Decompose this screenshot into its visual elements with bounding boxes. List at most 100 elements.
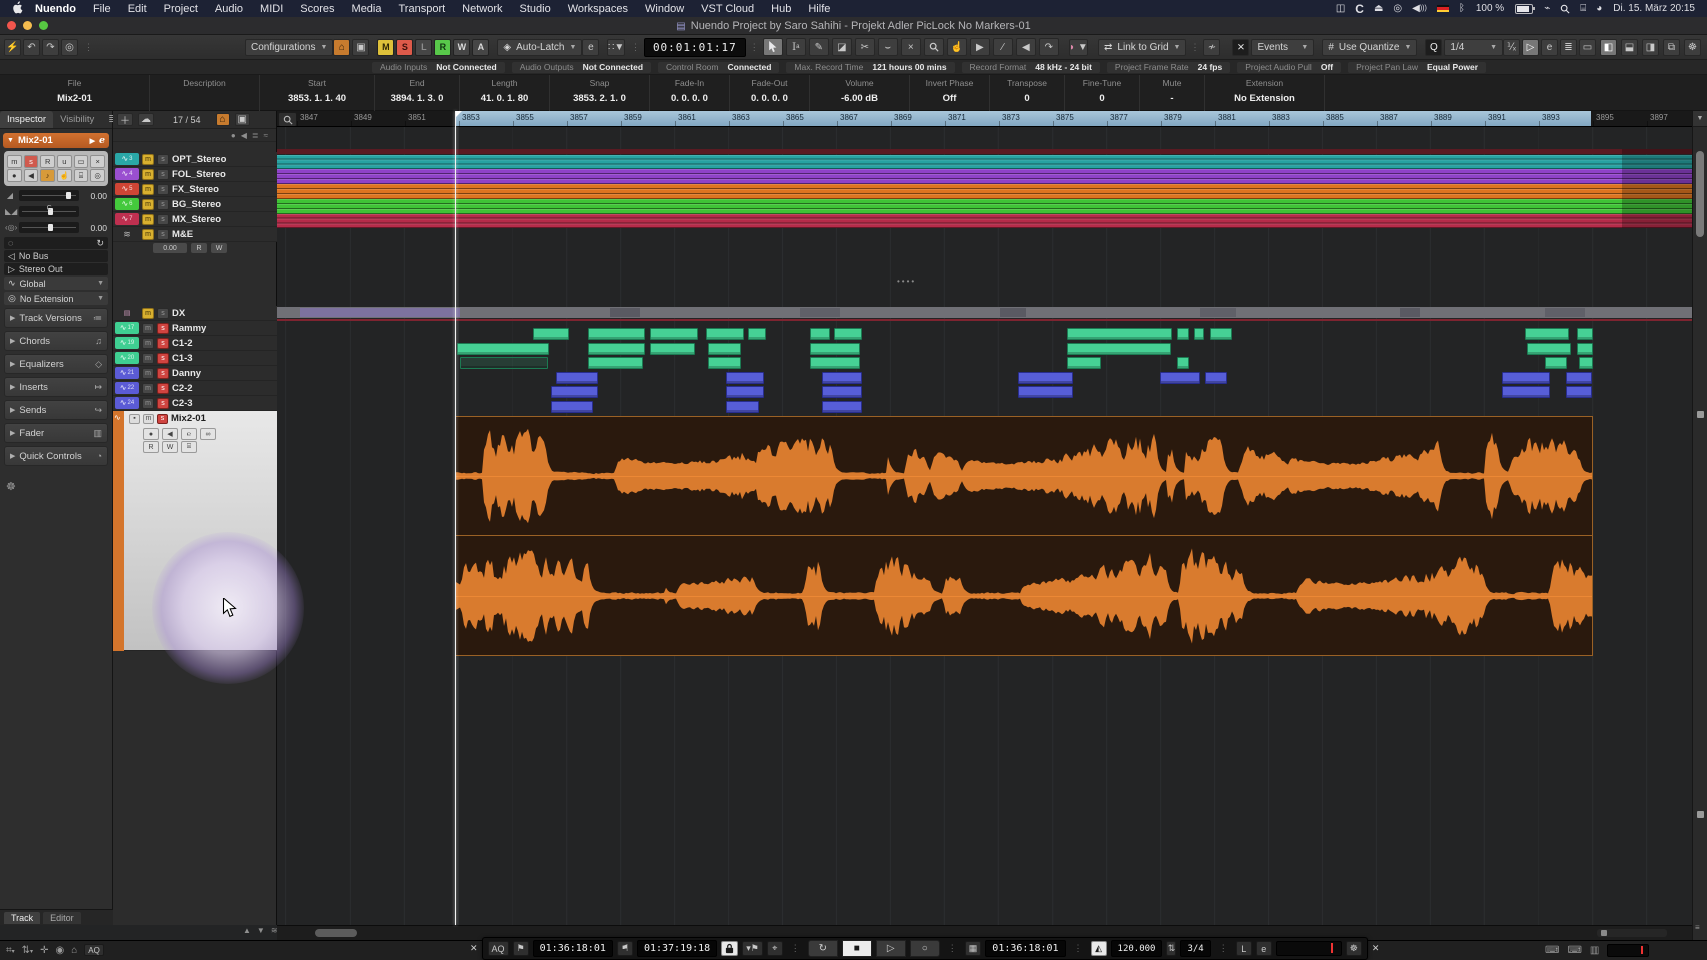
track-row-c1-2[interactable]: ∿19msC1-2: [113, 336, 277, 351]
timebase-button[interactable]: ◎: [90, 169, 105, 182]
marker-add-button[interactable]: ▾⚑: [742, 941, 763, 956]
record-filter-icon[interactable]: ●: [231, 131, 236, 140]
monitor-button[interactable]: ◀: [162, 428, 178, 440]
midi-event-rammy[interactable]: [706, 328, 744, 340]
wave-filter-icon[interactable]: ≈: [264, 131, 268, 140]
menu-item-window[interactable]: Window: [645, 3, 684, 15]
solo-button[interactable]: s: [157, 169, 169, 180]
track-row-fx-stereo[interactable]: ∿5msFX_Stereo: [113, 182, 277, 197]
tab-visibility[interactable]: Visibility: [53, 111, 101, 128]
bluetooth-icon[interactable]: ᛒ: [1459, 2, 1465, 15]
control-center-icon[interactable]: ⌸: [1580, 2, 1586, 15]
menu-item-edit[interactable]: Edit: [128, 3, 147, 15]
record-enable-button[interactable]: ●: [7, 169, 22, 182]
swap-zones-icon[interactable]: ⇅▾: [22, 945, 33, 956]
midi-event-danny[interactable]: [822, 372, 862, 384]
cycle-button[interactable]: ↻: [808, 940, 838, 957]
zoom-preset-icon[interactable]: ≡: [1695, 923, 1700, 932]
quantize-list-button[interactable]: ≣: [1560, 39, 1577, 56]
write-button[interactable]: u: [57, 155, 72, 168]
tempo-display[interactable]: 120.000: [1111, 940, 1163, 957]
stop-button[interactable]: ■: [842, 940, 872, 957]
record-mode-icon[interactable]: ◉: [55, 945, 64, 956]
listen-tool[interactable]: ◀: [1016, 38, 1036, 56]
name-filter-icon[interactable]: ≣: [252, 131, 259, 140]
track-row-rammy[interactable]: ∿17msRammy: [113, 321, 277, 336]
mute-button[interactable]: m: [143, 414, 154, 424]
draw-tool[interactable]: ✎: [809, 38, 829, 56]
infoline-col-invert-phase[interactable]: Invert PhaseOff: [910, 75, 990, 111]
midi-event-danny[interactable]: [1160, 372, 1200, 384]
menu-item-network[interactable]: Network: [462, 3, 502, 15]
waveform-zoom-handle[interactable]: [1697, 811, 1704, 818]
mute-button[interactable]: m: [142, 323, 154, 334]
scroll-down-icon[interactable]: ▼: [257, 926, 265, 935]
marker-jump-button[interactable]: ⌖: [767, 941, 783, 956]
midi-event-c1-2[interactable]: [1577, 343, 1593, 355]
solo-button[interactable]: s: [157, 338, 169, 349]
midi-event-c1-3[interactable]: [810, 357, 860, 369]
midi-event-c1-2[interactable]: [457, 343, 549, 355]
track-filter-grid-icon[interactable]: ▣: [235, 113, 250, 126]
write-button[interactable]: W: [162, 441, 178, 453]
redo-button[interactable]: ↷: [42, 39, 59, 56]
freeze-button[interactable]: ☝: [57, 169, 72, 182]
pan-slider[interactable]: C: [19, 206, 79, 217]
solo-button[interactable]: s: [24, 155, 39, 168]
solo-button[interactable]: s: [157, 383, 169, 394]
history-button[interactable]: ◎: [61, 39, 78, 56]
automation-l-button[interactable]: L: [415, 39, 432, 56]
solo-button[interactable]: s: [157, 368, 169, 379]
midi-event-c2-3[interactable]: [551, 401, 593, 413]
mute-button[interactable]: m: [7, 155, 22, 168]
input-routing-row[interactable]: ◁No Bus: [4, 250, 108, 262]
zoom-tool[interactable]: [924, 38, 944, 56]
play-order-tool[interactable]: ▶: [970, 38, 990, 56]
track-filter-keyboard-icon[interactable]: ⌂: [216, 113, 230, 126]
dx-folder-events-bar[interactable]: [277, 307, 1692, 318]
transport-close-left[interactable]: ✕: [470, 943, 478, 954]
midi-event-c1-3[interactable]: [1067, 357, 1101, 369]
expand-arrow-icon[interactable]: ▶: [90, 137, 95, 145]
wifi-off-icon[interactable]: ⌁: [1544, 2, 1550, 15]
hand-tool[interactable]: ☝: [947, 38, 967, 56]
midi-event-rammy[interactable]: [588, 328, 645, 340]
menu-item-workspaces[interactable]: Workspaces: [568, 3, 628, 15]
track-presets-icon[interactable]: ☁: [138, 113, 154, 126]
delay-slider[interactable]: [19, 222, 79, 233]
iterative-quantize-button[interactable]: ⅟ₓ: [1503, 39, 1520, 56]
midi-event-c2-2[interactable]: [551, 386, 598, 398]
infoline-col-file[interactable]: FileMix2-01: [0, 75, 150, 111]
listen-button[interactable]: ▭: [74, 155, 89, 168]
spotlight-icon[interactable]: [1560, 2, 1570, 15]
midi-event-c1-3[interactable]: [1579, 357, 1593, 369]
auto-scroll-dropdown[interactable]: ∷ ▼: [607, 39, 625, 56]
automation-mode-dropdown[interactable]: ◈Auto-Latch▼: [497, 39, 582, 56]
group-gain-chip[interactable]: 0.00: [153, 243, 187, 253]
midi-event-c2-2[interactable]: [1502, 386, 1550, 398]
edit-channel-button[interactable]: e: [99, 135, 105, 146]
punch-in-flag[interactable]: ⚑: [513, 941, 529, 956]
mute-button[interactable]: m: [142, 353, 154, 364]
erase-tool[interactable]: ◪: [832, 38, 852, 56]
midi-event-c2-2[interactable]: [1566, 386, 1592, 398]
monitor-filter-icon[interactable]: ◀: [241, 131, 247, 140]
suspend-automation-button[interactable]: e: [582, 39, 599, 56]
transport-gear-button[interactable]: ☸: [1346, 941, 1362, 956]
transport-close-right[interactable]: ✕: [1372, 943, 1380, 954]
timebase-icon[interactable]: ▪: [129, 414, 140, 424]
event-display[interactable]: ••••: [277, 127, 1692, 925]
midi-event-danny[interactable]: [1566, 372, 1592, 384]
automation-w-button[interactable]: W: [453, 39, 470, 56]
menu-item-transport[interactable]: Transport: [399, 3, 446, 15]
time-signature-display[interactable]: 3/4: [1180, 940, 1210, 957]
collapse-arrow-icon[interactable]: ▼: [7, 137, 14, 144]
record-circle-icon[interactable]: ◎: [1393, 2, 1402, 15]
input-transformer-row[interactable]: ◌↻: [4, 237, 108, 249]
german-flag-icon[interactable]: [1437, 2, 1449, 15]
mute-button[interactable]: m: [142, 214, 154, 225]
solo-button[interactable]: s: [157, 184, 169, 195]
output-routing-row[interactable]: ▷Stereo Out: [4, 263, 108, 275]
automation-r-button[interactable]: R: [434, 39, 451, 56]
menu-item-studio[interactable]: Studio: [520, 3, 551, 15]
